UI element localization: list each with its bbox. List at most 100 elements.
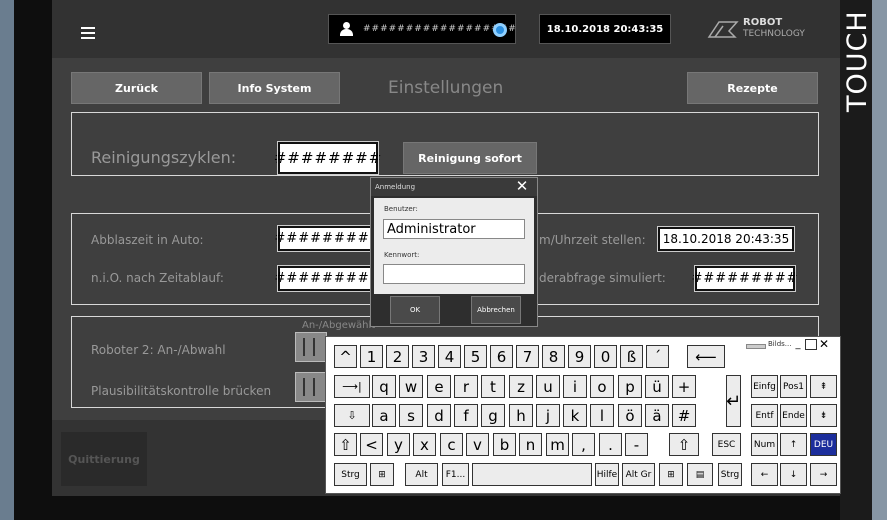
ok-button[interactable]: OK <box>390 296 440 324</box>
key-r4-10[interactable]: . <box>599 433 622 456</box>
key-r1-4[interactable]: 4 <box>438 345 461 368</box>
enter-key[interactable]: ↵ <box>726 375 741 427</box>
password-input[interactable] <box>383 264 525 284</box>
key-r4-12[interactable]: ⇧ <box>669 433 699 456</box>
key-r2-3[interactable]: e <box>427 375 451 398</box>
key-r1-11[interactable]: ß <box>620 345 643 368</box>
key-r3-6[interactable]: h <box>509 404 533 427</box>
key-r3-4[interactable]: f <box>454 404 478 427</box>
nav-key-11[interactable]: → <box>810 463 837 486</box>
key-r5-0[interactable]: Strg <box>334 463 367 486</box>
key-r5-9[interactable]: Strg <box>718 463 742 486</box>
key-r3-1[interactable]: a <box>372 404 396 427</box>
nav-key-6[interactable]: Num <box>751 433 778 456</box>
key-r3-9[interactable]: l <box>590 404 614 427</box>
minimize-icon[interactable]: _ <box>792 339 804 350</box>
nav-key-8[interactable]: DEU <box>810 433 837 456</box>
key-r3-0[interactable]: ⇩ <box>334 404 370 427</box>
nav-key-3[interactable]: Entf <box>751 404 778 427</box>
nav-key-2[interactable]: ⇞ <box>810 375 837 398</box>
close-icon[interactable]: ✕ <box>514 179 530 194</box>
info-system-button[interactable]: Info System <box>209 72 340 104</box>
plausibility-toggle[interactable] <box>295 372 327 402</box>
key-r4-4[interactable]: c <box>440 433 463 456</box>
key-r1-8[interactable]: 8 <box>542 345 565 368</box>
nav-key-10[interactable]: ↓ <box>780 463 807 486</box>
key-r1-7[interactable]: 7 <box>516 345 539 368</box>
key-r1-10[interactable]: 0 <box>594 345 617 368</box>
key-r4-6[interactable]: b <box>493 433 516 456</box>
key-r4-7[interactable]: n <box>519 433 542 456</box>
key-r4-3[interactable]: x <box>413 433 436 456</box>
key-r1-2[interactable]: 2 <box>386 345 409 368</box>
key-r3-3[interactable]: d <box>427 404 451 427</box>
key-r5-3[interactable]: F1... <box>442 463 469 486</box>
key-r4-8[interactable]: m <box>546 433 569 456</box>
robot2-toggle[interactable] <box>295 332 327 362</box>
key-r2-4[interactable]: r <box>454 375 478 398</box>
key-r4-11[interactable]: - <box>625 433 648 456</box>
key-r2-1[interactable]: q <box>372 375 396 398</box>
user-name-input[interactable]: Administrator <box>383 219 525 239</box>
key-r3-2[interactable]: s <box>399 404 423 427</box>
key-r4-5[interactable]: v <box>466 433 489 456</box>
key-r1-6[interactable]: 6 <box>490 345 513 368</box>
key-r2-9[interactable]: o <box>590 375 614 398</box>
nio-timeout-value[interactable]: ######### <box>274 265 381 292</box>
acknowledge-button[interactable]: Quittierung <box>61 432 147 486</box>
key-r2-2[interactable]: w <box>399 375 423 398</box>
set-time-value[interactable]: 18.10.2018 20:43:35 <box>657 226 795 252</box>
key-r2-10[interactable]: p <box>618 375 642 398</box>
nav-key-0[interactable]: Einfg <box>751 375 778 398</box>
key-r3-10[interactable]: ö <box>618 404 642 427</box>
key-r5-7[interactable]: ⊞ <box>659 463 683 486</box>
key-r5-1[interactable]: ⊞ <box>370 463 394 486</box>
nav-key-9[interactable]: ← <box>751 463 778 486</box>
key-r1-9[interactable]: 9 <box>568 345 591 368</box>
cleaning-cycles-value[interactable]: ######## <box>274 141 381 175</box>
key-r3-8[interactable]: k <box>563 404 587 427</box>
refresh-icon[interactable] <box>493 23 507 37</box>
restore-icon[interactable] <box>805 339 817 350</box>
clean-now-button[interactable]: Reinigung sofort <box>403 142 537 174</box>
key-r2-11[interactable]: ü <box>645 375 669 398</box>
back-button[interactable]: Zurück <box>71 72 202 104</box>
key-r4-0[interactable]: ⇧ <box>334 433 357 456</box>
key-r2-6[interactable]: z <box>509 375 533 398</box>
key-r5-5[interactable]: Hilfe <box>595 463 619 486</box>
key-r2-0[interactable]: ⟶| <box>334 375 370 398</box>
key-r1-0[interactable]: ^ <box>334 345 357 368</box>
key-r4-1[interactable]: < <box>360 433 383 456</box>
key-r5-4[interactable] <box>472 463 592 486</box>
keyboard-close-icon[interactable]: ✕ <box>818 337 830 351</box>
key-r5-8[interactable]: ▤ <box>687 463 713 486</box>
key-r5-6[interactable]: Alt Gr <box>622 463 655 486</box>
key-r1-1[interactable]: 1 <box>360 345 383 368</box>
key-r3-11[interactable]: ä <box>645 404 669 427</box>
user-field[interactable]: ################## <box>328 14 516 44</box>
key-r1-13[interactable]: ⟵ <box>687 345 725 368</box>
key-r1-5[interactable]: 5 <box>464 345 487 368</box>
cancel-button[interactable]: Abbrechen <box>471 296 521 324</box>
key-r5-2[interactable]: Alt <box>405 463 438 486</box>
key-r3-12[interactable]: # <box>672 404 696 427</box>
recipes-button[interactable]: Rezepte <box>687 72 818 104</box>
simulated-query-value[interactable]: ######### <box>691 265 798 292</box>
key-r3-7[interactable]: j <box>536 404 560 427</box>
key-r4-13[interactable]: ESC <box>712 433 741 456</box>
key-r4-2[interactable]: y <box>387 433 410 456</box>
nav-key-1[interactable]: Pos1 <box>780 375 807 398</box>
key-r2-8[interactable]: i <box>563 375 587 398</box>
nav-key-4[interactable]: Ende <box>780 404 807 427</box>
hamburger-icon[interactable] <box>81 24 95 42</box>
nav-key-5[interactable]: ⇟ <box>810 404 837 427</box>
key-r1-3[interactable]: 3 <box>412 345 435 368</box>
key-r2-7[interactable]: u <box>536 375 560 398</box>
key-r2-5[interactable]: t <box>481 375 505 398</box>
nav-key-7[interactable]: ↑ <box>780 433 807 456</box>
key-r4-9[interactable]: , <box>572 433 595 456</box>
blowoff-time-value[interactable]: ######### <box>274 225 381 252</box>
key-r3-5[interactable]: g <box>481 404 505 427</box>
key-r1-12[interactable]: ´ <box>646 345 669 368</box>
key-r2-12[interactable]: + <box>672 375 696 398</box>
